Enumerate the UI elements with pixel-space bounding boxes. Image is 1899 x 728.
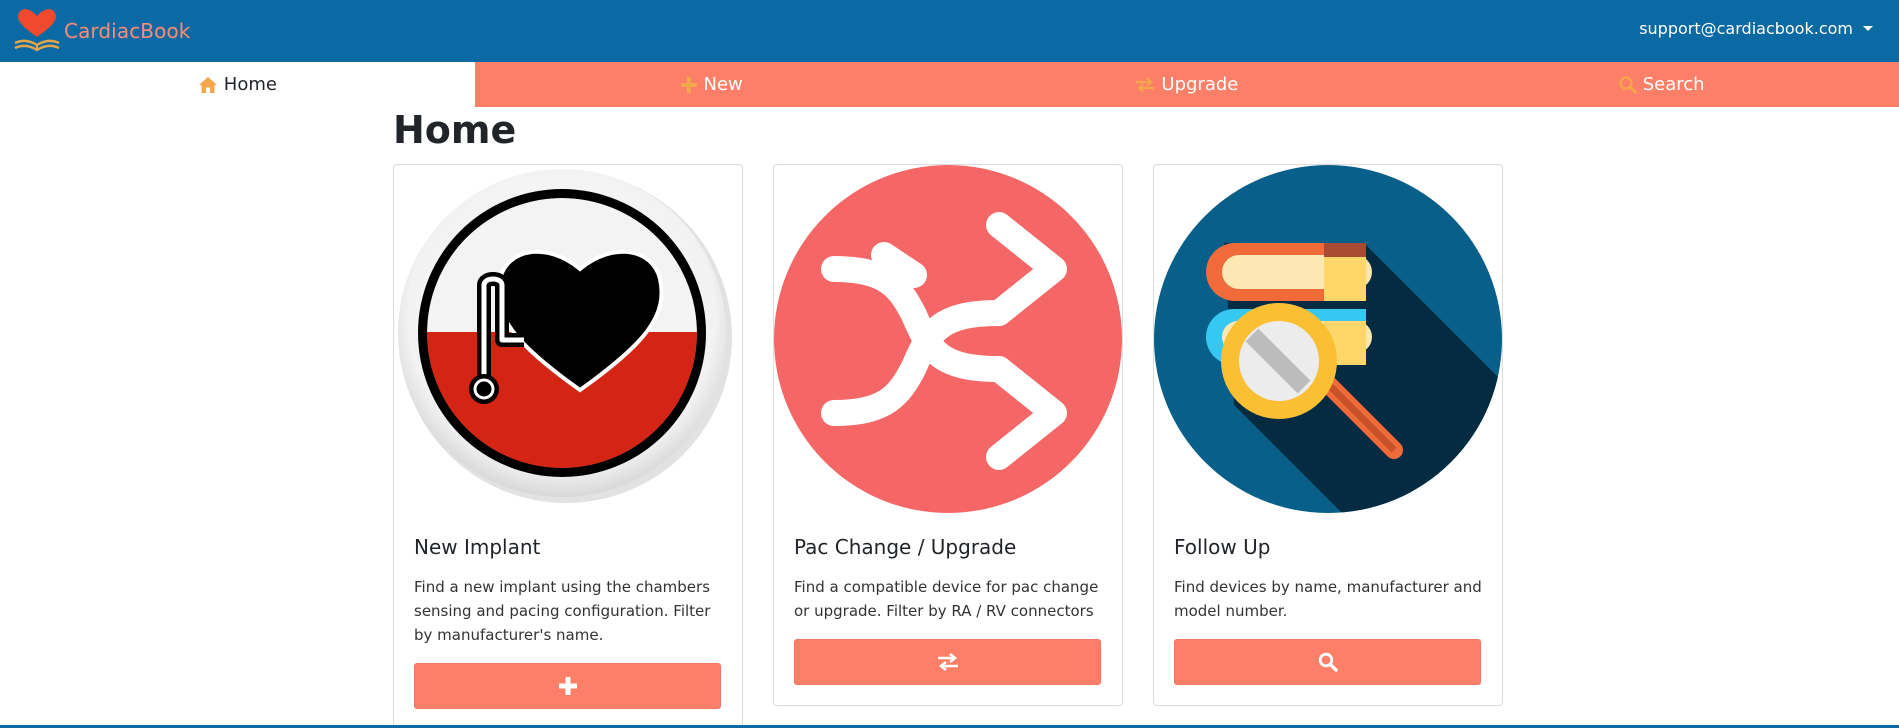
card-title: Pac Change / Upgrade xyxy=(794,535,1017,559)
exchange-icon xyxy=(937,653,958,671)
plus-icon xyxy=(558,677,577,695)
brand-name: CardiacBook xyxy=(64,19,191,43)
tab-new[interactable]: New xyxy=(475,62,950,107)
page-title: Home xyxy=(393,108,517,152)
brand-link[interactable]: CardiacBook xyxy=(12,6,190,56)
home-icon xyxy=(198,76,217,93)
card-text: Find a compatible device for pac change … xyxy=(794,578,1099,620)
card-text: Find devices by name, manufacturer and m… xyxy=(1174,578,1482,620)
tab-new-label: New xyxy=(703,74,743,95)
exchange-icon xyxy=(1136,76,1155,93)
tab-home-label: Home xyxy=(223,74,277,95)
tab-upgrade-label: Upgrade xyxy=(1161,74,1239,95)
card-new-implant: New Implant Find a new implant using the… xyxy=(393,164,743,728)
search-icon xyxy=(1619,75,1637,94)
pacemaker-heart-icon xyxy=(398,169,732,503)
top-navbar: CardiacBook support@cardiacbook.com xyxy=(0,0,1899,62)
user-email: support@cardiacbook.com xyxy=(1639,19,1853,38)
main-tabs: Home New Upgrade Search xyxy=(0,62,1899,107)
upgrade-button[interactable] xyxy=(794,639,1101,685)
card-pac-change-upgrade: Pac Change / Upgrade Find a compatible d… xyxy=(773,164,1123,706)
follow-up-search-button[interactable] xyxy=(1174,639,1481,685)
plus-icon xyxy=(681,76,698,93)
card-text: Find a new implant using the chambers se… xyxy=(414,578,711,644)
search-icon xyxy=(1318,652,1338,672)
user-menu-dropdown[interactable]: support@cardiacbook.com xyxy=(1639,19,1873,38)
card-title: New Implant xyxy=(414,535,541,559)
books-magnifier-icon xyxy=(1154,165,1502,513)
tab-search-label: Search xyxy=(1642,74,1705,95)
tab-upgrade[interactable]: Upgrade xyxy=(950,62,1425,107)
tab-search[interactable]: Search xyxy=(1424,62,1899,107)
caret-down-icon xyxy=(1863,26,1873,31)
card-follow-up: Follow Up Find devices by name, manufact… xyxy=(1153,164,1503,706)
card-title: Follow Up xyxy=(1174,535,1271,559)
tab-home[interactable]: Home xyxy=(0,62,475,107)
heart-book-logo-icon xyxy=(14,9,60,52)
new-implant-button[interactable] xyxy=(414,663,721,709)
shuffle-arrows-icon xyxy=(774,165,1122,513)
